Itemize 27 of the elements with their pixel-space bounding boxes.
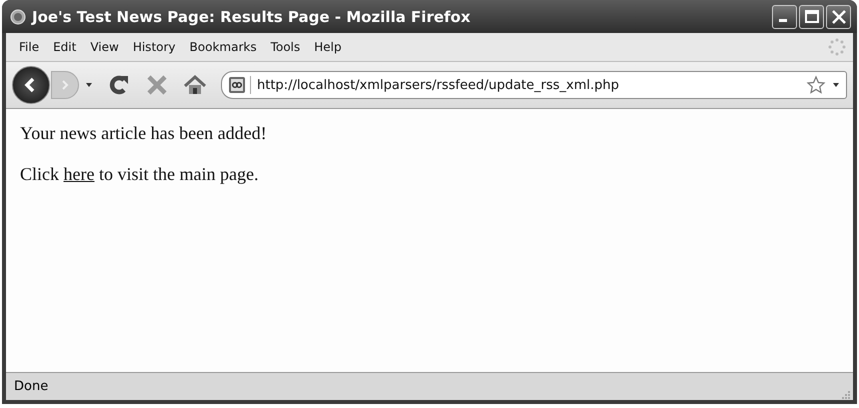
main-page-link[interactable]: here	[64, 164, 94, 184]
menu-item[interactable]: File	[12, 40, 46, 54]
dropdown-caret-icon[interactable]	[832, 82, 840, 88]
close-button[interactable]	[826, 4, 851, 28]
window-title: Joe's Test News Page: Results Page - Mozilla Firefox	[32, 8, 472, 26]
menu-item[interactable]: Edit	[46, 40, 84, 54]
menu-item[interactable]: History	[126, 40, 183, 54]
resize-grip-icon[interactable]	[839, 388, 851, 400]
reload-icon[interactable]	[107, 73, 131, 97]
status-text: Done	[14, 379, 50, 394]
url-text: http://localhost/xmlparsers/rssfeed/update_rss_xml.php	[257, 78, 620, 92]
back-button[interactable]	[12, 66, 50, 104]
site-icon	[228, 76, 251, 94]
home-icon[interactable]	[183, 73, 207, 97]
maximize-button[interactable]	[799, 4, 824, 28]
menu-item[interactable]: Bookmarks	[182, 40, 264, 54]
minimize-button[interactable]	[772, 4, 797, 28]
confirmation-message: Your news article has been added!	[20, 123, 268, 144]
minimize-icon	[778, 19, 786, 22]
loading-spinner-icon	[827, 37, 847, 57]
address-bar[interactable]: http://localhost/xmlparsers/rssfeed/update_rss_xml.php	[221, 71, 847, 99]
menu-item[interactable]: Help	[307, 40, 348, 54]
dropdown-caret-icon[interactable]	[85, 82, 93, 88]
menu-item[interactable]: Tools	[264, 40, 308, 54]
instruction-text: Click here to visit the main page.	[20, 164, 260, 185]
menu-item[interactable]: View	[83, 40, 126, 54]
star-icon[interactable]	[806, 75, 826, 95]
